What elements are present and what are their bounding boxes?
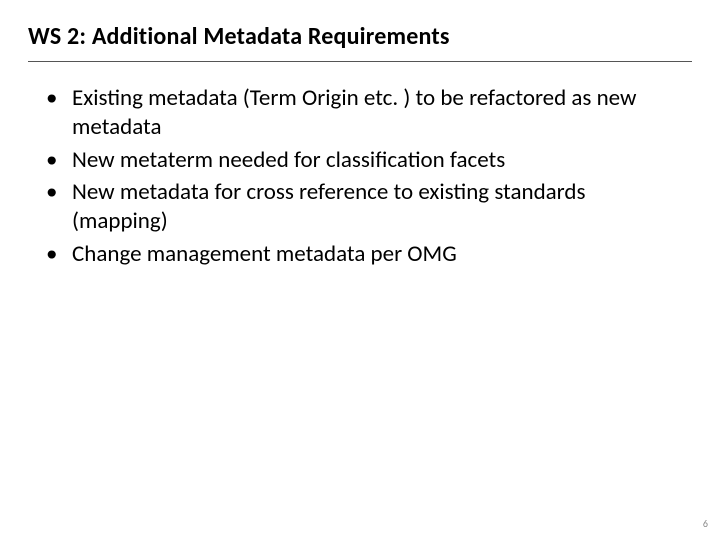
list-item: New metadata for cross reference to exis… [46,178,672,236]
bullet-list: Existing metadata (Term Origin etc. ) to… [28,84,692,269]
page-number: 6 [703,517,708,530]
list-item: Change management metadata per OMG [46,240,672,269]
list-item: New metaterm needed for classification f… [46,146,672,175]
list-item: Existing metadata (Term Origin etc. ) to… [46,84,672,142]
slide-title: WS 2: Additional Metadata Requirements [28,22,692,62]
slide: WS 2: Additional Metadata Requirements E… [0,0,720,540]
